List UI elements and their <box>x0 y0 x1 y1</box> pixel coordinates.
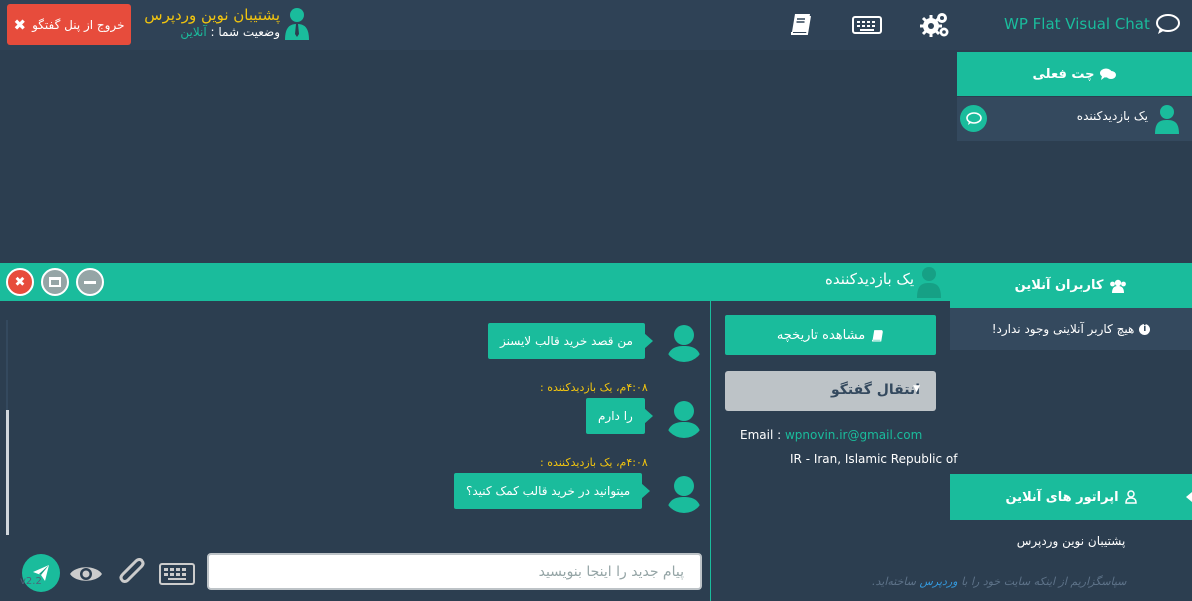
gears-icon[interactable] <box>919 10 949 37</box>
wordpress-link[interactable]: وردپرس <box>919 575 957 588</box>
comments-icon <box>1100 68 1117 80</box>
current-chat-title: چت فعلی <box>1032 66 1095 82</box>
info-icon: i <box>1139 323 1151 335</box>
operators-title: اپراتور های آنلاین <box>1005 489 1119 505</box>
chat-window-header: یک بازدیدکننده ✖ <box>0 263 950 301</box>
footer-credit: سپاسگزاریم از اینکه سایت خود را با وردپر… <box>872 575 1126 588</box>
version-label: v2.2 <box>20 576 42 587</box>
online-operators-header: اپراتور های آنلاین <box>950 474 1192 520</box>
status-label: وضعیت شما : <box>210 25 281 39</box>
message-avatar <box>664 398 704 438</box>
book-icon <box>872 329 884 341</box>
eye-icon[interactable] <box>68 562 104 590</box>
message-bubble: من قصد خرید قالب لایسنز <box>488 323 653 359</box>
credit-prefix: سپاسگزاریم از اینکه سایت خود را با <box>961 575 1127 588</box>
visitor-country: IR - Iran, Islamic Republic of <box>790 452 958 466</box>
brand: WP Flat Visual Chat <box>1004 13 1181 35</box>
message-avatar <box>664 322 704 362</box>
no-users-message: i هیچ کاربر آنلاینی وجود ندارد! <box>950 308 1192 350</box>
current-chat-header: چت فعلی <box>957 52 1192 96</box>
operator-item: پشتیبان نوین وردپرس <box>950 520 1192 562</box>
transfer-chat-select[interactable]: انتقال گفتگو ▼ <box>725 371 936 411</box>
email-label: Email : <box>740 428 782 442</box>
message-input[interactable] <box>207 553 702 590</box>
credit-suffix: ساخته‌اید. <box>872 575 916 588</box>
online-users-header: کاربران آنلاین <box>950 263 1192 308</box>
view-history-label: مشاهده تاریخچه <box>776 327 866 343</box>
message-meta: ۴:۰۸م، یک بازدیدکننده : <box>540 456 648 469</box>
close-window-button[interactable]: ✖ <box>6 268 34 296</box>
status-value: آنلاین <box>180 25 207 39</box>
online-users-title: کاربران آنلاین <box>1014 278 1104 293</box>
users-icon <box>1110 279 1127 293</box>
visitor-email: Email : wpnovin.ir@gmail.com <box>740 428 922 442</box>
message-bubble: را دارم <box>586 398 653 434</box>
open-chat-icon[interactable] <box>960 105 987 132</box>
maximize-window-button[interactable] <box>41 268 69 296</box>
operator-name: پشتیبان نوین وردپرس <box>144 6 280 24</box>
exit-chat-panel-button[interactable]: خروج از پنل گفتگو ✖ <box>7 4 131 45</box>
operator-avatar-icon <box>285 8 309 40</box>
brand-title: WP Flat Visual Chat <box>1004 15 1150 33</box>
operator-list-name: پشتیبان نوین وردپرس <box>1016 534 1126 548</box>
keyboard-icon[interactable] <box>852 14 882 40</box>
minimize-window-button[interactable] <box>76 268 104 296</box>
caret-down-icon: ▼ <box>913 384 920 394</box>
visitor-avatar-icon <box>917 267 941 298</box>
window-icon <box>49 277 61 287</box>
operator-status: وضعیت شما : آنلاین <box>180 25 280 39</box>
chat-bubble-icon <box>1155 14 1180 34</box>
message-meta: ۴:۰۸م، یک بازدیدکننده : <box>540 381 648 394</box>
message-text: را دارم <box>598 409 633 423</box>
operator-info: پشتیبان نوین وردپرس وضعیت شما : آنلاین <box>140 6 312 46</box>
view-history-button[interactable]: مشاهده تاریخچه <box>725 315 936 355</box>
message-bubble: میتوانید در خرید قالب کمک کنید؟ <box>454 473 651 509</box>
close-icon: ✖ <box>14 274 26 290</box>
message-text: میتوانید در خرید قالب کمک کنید؟ <box>466 484 631 498</box>
book-icon[interactable] <box>789 12 819 38</box>
message-text: من قصد خرید قالب لایسنز <box>500 334 633 348</box>
user-outline-icon <box>1124 490 1137 504</box>
keyboard-icon[interactable] <box>159 562 195 590</box>
minus-icon <box>84 280 96 284</box>
chat-window-title: یک بازدیدکننده <box>824 270 914 288</box>
message-avatar <box>664 473 704 513</box>
paperclip-icon[interactable] <box>117 557 147 593</box>
collapse-arrow-icon[interactable] <box>1186 492 1192 502</box>
no-users-text: هیچ کاربر آنلاینی وجود ندارد! <box>991 322 1135 336</box>
close-icon: ✖ <box>13 15 27 34</box>
current-visitor-item[interactable]: یک بازدیدکننده <box>957 97 1192 141</box>
scrollbar-thumb[interactable] <box>6 410 9 535</box>
email-value[interactable]: wpnovin.ir@gmail.com <box>785 428 922 442</box>
right-panel: چت فعلی یک بازدیدکننده کاربران آنلاین i … <box>950 50 1192 601</box>
exit-button-label: خروج از پنل گفتگو <box>32 17 125 32</box>
current-visitor-name: یک بازدیدکننده <box>1076 109 1148 123</box>
visitor-avatar-icon <box>1155 105 1179 134</box>
